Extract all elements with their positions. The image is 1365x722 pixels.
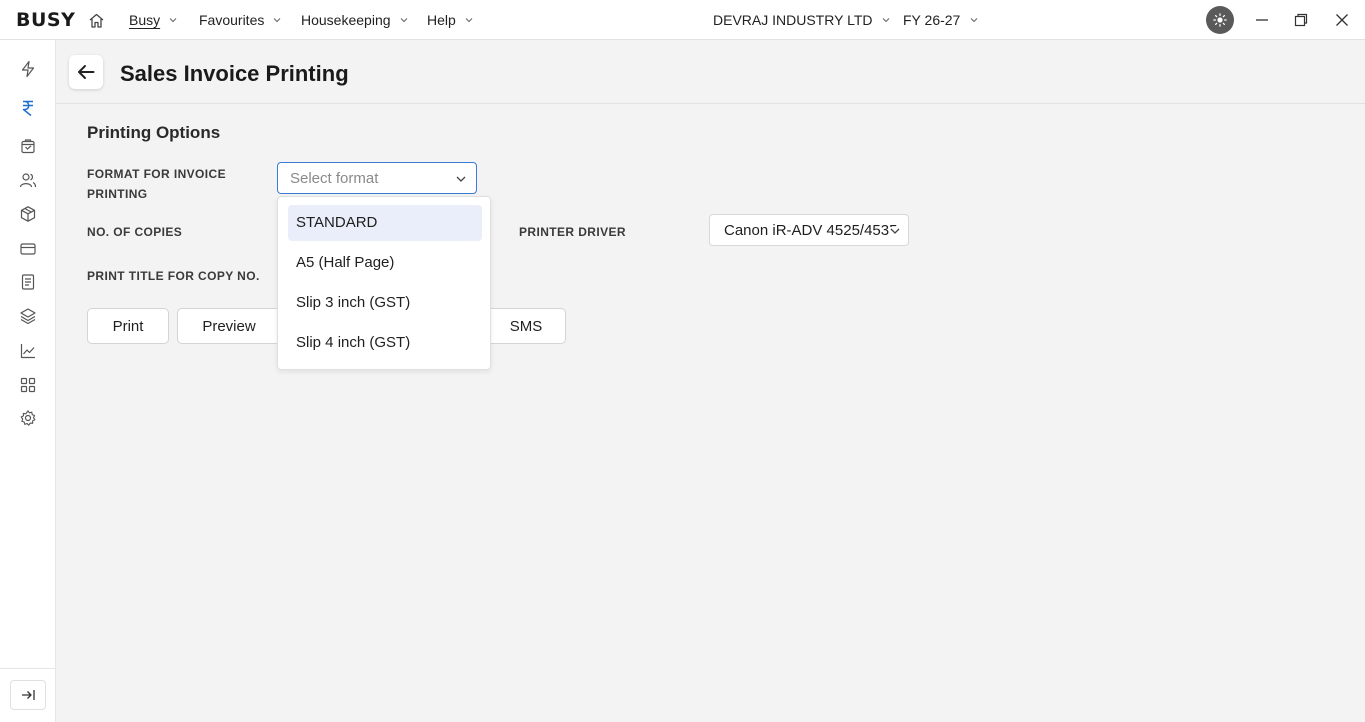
busy-logo: BUSY (16, 9, 76, 31)
layers-icon[interactable] (18, 306, 38, 326)
menu-busy-label: Busy (129, 12, 161, 28)
close-button[interactable] (1332, 10, 1352, 30)
page-header: Sales Invoice Printing (56, 40, 1365, 104)
company-name: DEVRAJ INDUSTRY LTD (713, 12, 873, 28)
format-select[interactable]: Select format (277, 162, 477, 194)
chart-line-icon[interactable] (18, 341, 38, 361)
gear-icon[interactable] (18, 408, 38, 428)
restore-icon (1294, 13, 1308, 27)
sidebar (0, 40, 56, 722)
card-icon[interactable] (18, 239, 38, 259)
chevron-down-icon (890, 227, 900, 235)
chevron-down-icon (456, 176, 466, 182)
format-option-a5[interactable]: A5 (Half Page) (288, 245, 482, 281)
minimize-button[interactable] (1252, 10, 1272, 30)
chevron-down-icon (169, 18, 177, 23)
expand-sidebar-button[interactable] (10, 680, 46, 710)
menu-busy[interactable]: Busy (129, 12, 177, 28)
company-selector[interactable]: DEVRAJ INDUSTRY LTD (713, 12, 890, 28)
format-option-slip4[interactable]: Slip 4 inch (GST) (288, 325, 482, 361)
menu-favourites[interactable]: Favourites (199, 12, 281, 28)
sms-button[interactable]: SMS (486, 308, 566, 344)
arrow-right-bar-icon (22, 690, 35, 700)
sun-icon (1213, 13, 1227, 27)
shopping-bag-icon[interactable] (18, 136, 38, 156)
restore-button[interactable] (1291, 10, 1311, 30)
format-label: FORMAT FOR INVOICE PRINTING (87, 164, 226, 204)
printer-driver-value: Canon iR-ADV 4525/4535 (724, 222, 898, 239)
theme-toggle-button[interactable] (1206, 6, 1234, 34)
fiscal-year: FY 26-27 (903, 12, 961, 28)
close-icon (1336, 14, 1348, 26)
chevron-down-icon (465, 18, 473, 23)
document-icon[interactable] (18, 272, 38, 292)
chevron-down-icon (883, 18, 890, 23)
menu-favourites-label: Favourites (199, 12, 265, 28)
format-label-line2: PRINTING (87, 187, 148, 201)
preview-button[interactable]: Preview (177, 308, 281, 344)
format-label-line1: FORMAT FOR INVOICE (87, 167, 226, 181)
copies-label: NO. OF COPIES (87, 225, 183, 239)
box-icon[interactable] (18, 204, 38, 224)
grid-icon[interactable] (18, 375, 38, 395)
format-option-slip3[interactable]: Slip 3 inch (GST) (288, 285, 482, 321)
chevron-down-icon (400, 18, 407, 23)
rupee-icon[interactable] (18, 98, 38, 118)
arrow-left-icon (78, 65, 95, 79)
format-select-placeholder: Select format (290, 170, 379, 187)
menu-help[interactable]: Help (427, 12, 473, 28)
section-title: Printing Options (87, 123, 221, 142)
sidebar-footer (0, 668, 56, 722)
menu-housekeeping-label: Housekeeping (301, 12, 391, 28)
minimize-icon (1256, 19, 1268, 21)
format-dropdown: STANDARD A5 (Half Page) Slip 3 inch (GST… (277, 196, 491, 370)
chevron-down-icon (273, 18, 281, 23)
page-title: Sales Invoice Printing (120, 61, 349, 86)
title-bar: BUSY Busy Favourites Housekeeping Help D… (0, 0, 1365, 40)
print-title-label: PRINT TITLE FOR COPY NO. (87, 269, 260, 283)
users-icon[interactable] (18, 170, 38, 190)
fiscal-year-selector[interactable]: FY 26-27 (903, 12, 978, 28)
print-button[interactable]: Print (87, 308, 169, 344)
menu-help-label: Help (427, 12, 456, 28)
format-option-standard[interactable]: STANDARD (288, 205, 482, 241)
menu-housekeeping[interactable]: Housekeeping (301, 12, 408, 28)
printer-driver-label: PRINTER DRIVER (519, 225, 626, 239)
chevron-down-icon (970, 18, 978, 23)
home-icon[interactable] (88, 12, 105, 29)
lightning-icon[interactable] (18, 59, 38, 79)
back-button[interactable] (69, 55, 103, 89)
printer-driver-select[interactable]: Canon iR-ADV 4525/4535 (709, 214, 909, 246)
